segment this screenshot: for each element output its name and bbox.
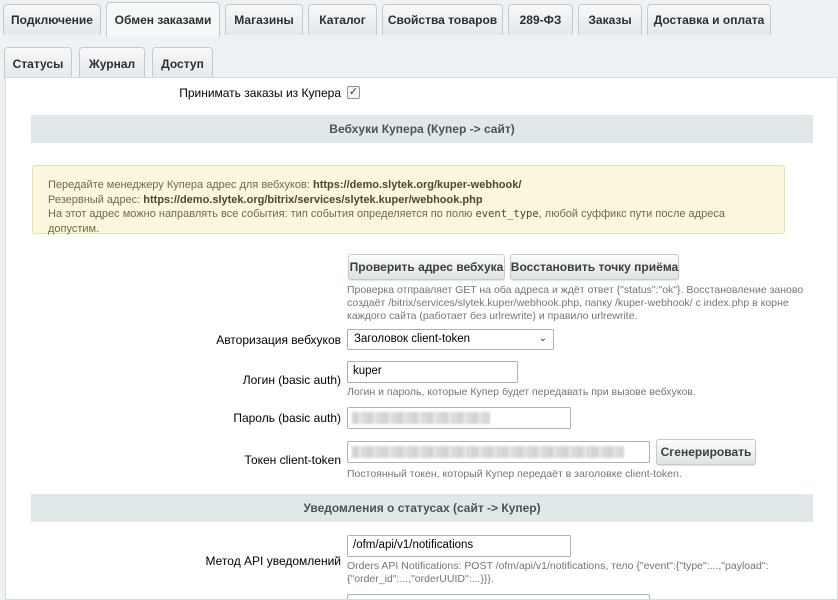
token-masked-value xyxy=(352,446,624,458)
note-line-2: Резервный адрес: https://demo.slytek.org… xyxy=(48,193,483,206)
accept-orders-label: Принимать заказы из Купера xyxy=(179,86,341,100)
webhook-url: https://demo.slytek.org/kuper-webhook/ xyxy=(312,179,522,191)
subtab-statuses[interactable]: Статусы xyxy=(4,47,72,79)
login-hint: Логин и пароль, которые Купер будет пере… xyxy=(347,386,696,398)
token-input[interactable] xyxy=(347,441,650,463)
password-label: Пароль (basic auth) xyxy=(233,411,341,425)
check-webhook-button[interactable]: Проверить адрес вебхука xyxy=(348,254,505,280)
tab-order-exchange[interactable]: Обмен заказами xyxy=(106,2,220,37)
webhooks-section-header: Вебхуки Купера (Купер -> сайт) xyxy=(31,115,813,143)
webhook-info-note: Передайте менеджеру Купера адрес для веб… xyxy=(32,165,785,235)
api-method-input[interactable]: /ofm/api/v1/notifications xyxy=(347,535,571,557)
password-input[interactable] xyxy=(347,407,571,429)
auth-label: Авторизация вебхуков xyxy=(216,333,341,347)
auth-select-value: Заголовок client-token xyxy=(354,333,471,345)
api-method-label: Метод API уведомлений xyxy=(205,554,341,568)
tab-289fz[interactable]: 289-ФЗ xyxy=(508,4,573,35)
status-notifications-header: Уведомления о статусах (сайт -> Купер) xyxy=(31,494,813,522)
generate-token-button[interactable]: Сгенерировать xyxy=(656,439,756,465)
check-hint: Проверка отправляет GET на оба адреса и … xyxy=(347,284,804,322)
login-label: Логин (basic auth) xyxy=(242,373,341,387)
sub-tabs: Статусы Журнал Доступ xyxy=(0,43,838,79)
accept-orders-checkbox[interactable]: ✓ xyxy=(347,86,360,99)
tab-connection[interactable]: Подключение xyxy=(3,4,101,35)
tab-orders[interactable]: Заказы xyxy=(578,4,642,35)
checkmark-icon: ✓ xyxy=(348,86,359,98)
auth-select[interactable]: Заголовок client-token ⌄ xyxy=(347,329,554,350)
password-masked-value xyxy=(352,412,490,424)
next-field-input[interactable] xyxy=(347,594,650,599)
api-method-hint: Orders API Notifications: POST /ofm/api/… xyxy=(347,560,769,585)
chevron-down-icon: ⌄ xyxy=(538,333,548,344)
login-input[interactable]: kuper xyxy=(347,361,518,383)
tab-stores[interactable]: Магазины xyxy=(225,4,303,35)
token-label: Токен client-token xyxy=(244,453,341,467)
note-line-3: На этот адрес можно направлять все событ… xyxy=(48,208,725,235)
settings-panel: Принимать заказы из Купера ✓ Вебхуки Куп… xyxy=(5,77,838,600)
tab-catalog[interactable]: Каталог xyxy=(308,4,377,35)
tab-delivery-payment[interactable]: Доставка и оплата xyxy=(647,4,771,35)
tab-product-properties[interactable]: Свойства товаров xyxy=(382,4,503,35)
token-hint: Постоянный токен, который Купер передаёт… xyxy=(347,468,682,480)
main-tabs: Подключение Обмен заказами Магазины Ката… xyxy=(0,0,838,37)
subtab-access[interactable]: Доступ xyxy=(152,47,213,79)
restore-endpoint-button[interactable]: Восстановить точку приёма xyxy=(510,254,679,280)
event-type-code: event_type xyxy=(475,208,539,220)
subtab-journal[interactable]: Журнал xyxy=(79,47,145,79)
webhook-reserve-url: https://demo.slytek.org/bitrix/services/… xyxy=(143,193,483,206)
note-line-1: Передайте менеджеру Купера адрес для веб… xyxy=(48,179,522,191)
